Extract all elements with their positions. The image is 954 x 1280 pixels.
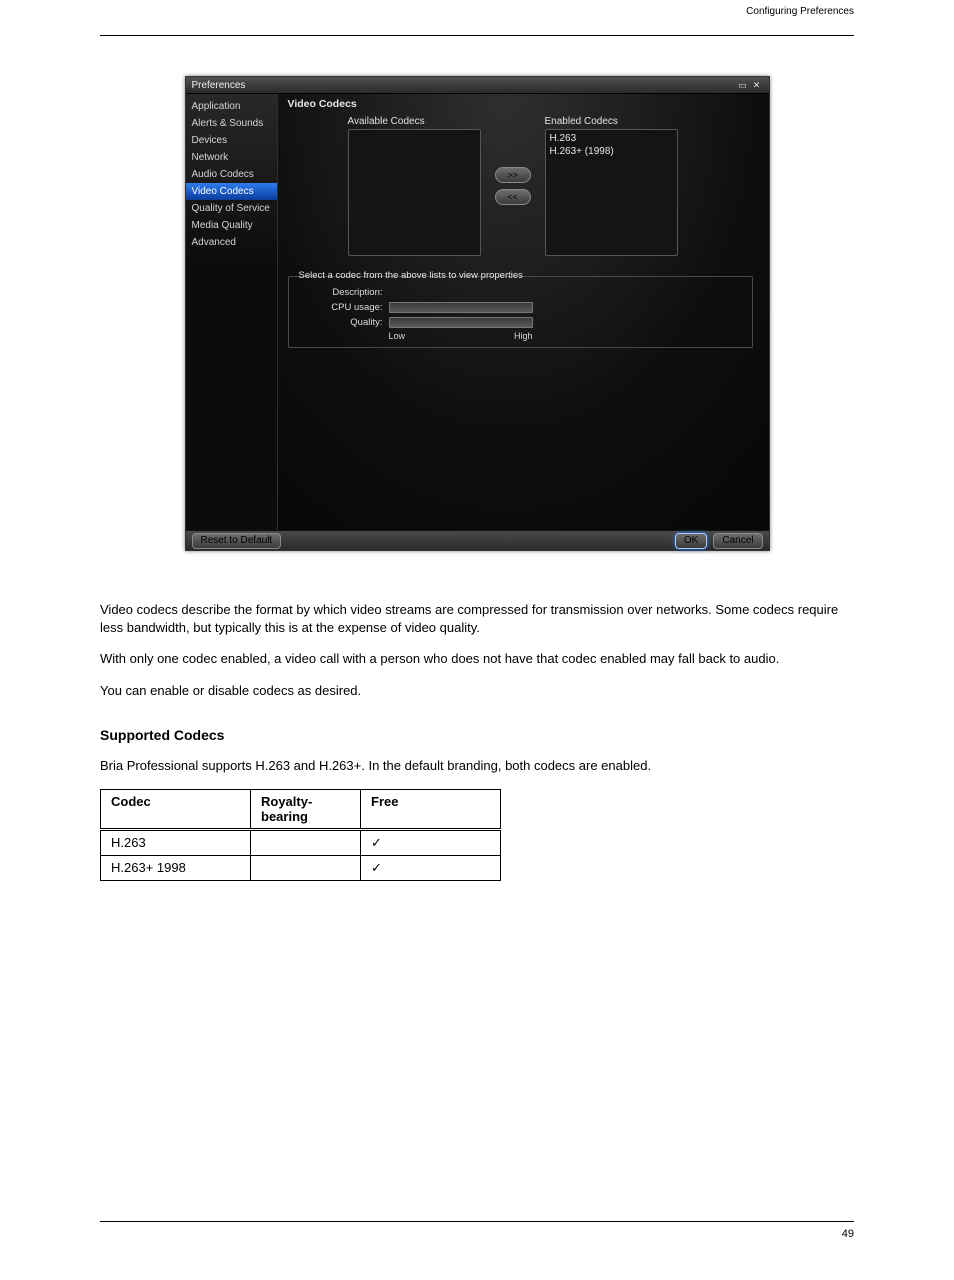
quality-label: Quality: xyxy=(299,317,383,328)
table-header: Royalty-bearing xyxy=(251,789,361,829)
section-title: Video Codecs xyxy=(288,98,759,110)
available-codecs-label: Available Codecs xyxy=(348,116,481,127)
quality-slider[interactable] xyxy=(389,317,533,328)
table-cell: ✓ xyxy=(361,855,501,880)
move-right-button[interactable]: >> xyxy=(495,167,531,183)
preferences-window: Preferences ▭ ✕ Application Alerts & Sou… xyxy=(185,76,770,551)
paragraph: Bria Professional supports H.263 and H.2… xyxy=(100,757,854,775)
reset-to-default-button[interactable]: Reset to Default xyxy=(192,533,282,549)
content-area: Video Codecs Available Codecs >> << Enab… xyxy=(278,94,769,530)
table-cell: H.263+ 1998 xyxy=(101,855,251,880)
table-row: H.263+ 1998 ✓ xyxy=(101,855,501,880)
cpu-usage-label: CPU usage: xyxy=(299,302,383,313)
sidebar-item-alerts-sounds[interactable]: Alerts & Sounds xyxy=(186,115,277,132)
list-item[interactable]: H.263+ (1998) xyxy=(550,145,673,158)
table-header: Codec xyxy=(101,789,251,829)
sidebar-item-qos[interactable]: Quality of Service xyxy=(186,200,277,217)
sidebar-item-audio-codecs[interactable]: Audio Codecs xyxy=(186,166,277,183)
ok-button[interactable]: OK xyxy=(675,533,707,549)
cancel-button[interactable]: Cancel xyxy=(713,533,762,549)
enabled-codecs-label: Enabled Codecs xyxy=(545,116,678,127)
paragraph: You can enable or disable codecs as desi… xyxy=(100,682,854,700)
sidebar-item-devices[interactable]: Devices xyxy=(186,132,277,149)
body-text: Video codecs describe the format by whic… xyxy=(100,601,854,775)
sidebar-item-application[interactable]: Application xyxy=(186,98,277,115)
scale-high: High xyxy=(514,331,533,341)
list-item[interactable]: H.263 xyxy=(550,132,673,145)
cpu-usage-slider[interactable] xyxy=(389,302,533,313)
codec-properties-group: Select a codec from the above lists to v… xyxy=(288,276,753,348)
table-header: Free xyxy=(361,789,501,829)
move-left-button[interactable]: << xyxy=(495,189,531,205)
close-icon[interactable]: ✕ xyxy=(751,79,763,91)
enabled-codecs-list[interactable]: H.263 H.263+ (1998) xyxy=(545,129,678,256)
page-header-right: Configuring Preferences xyxy=(100,6,854,17)
page-number: 49 xyxy=(842,1228,854,1240)
supported-codecs-table: Codec Royalty-bearing Free H.263 ✓ H.263… xyxy=(100,789,501,881)
sidebar-item-network[interactable]: Network xyxy=(186,149,277,166)
sidebar-item-advanced[interactable]: Advanced xyxy=(186,234,277,251)
description-label: Description: xyxy=(299,287,383,298)
table-cell: ✓ xyxy=(361,829,501,855)
sidebar: Application Alerts & Sounds Devices Netw… xyxy=(186,94,278,530)
table-cell xyxy=(251,855,361,880)
titlebar: Preferences ▭ ✕ xyxy=(186,77,769,94)
table-row: H.263 ✓ xyxy=(101,829,501,855)
subheading-supported-codecs: Supported Codecs xyxy=(100,727,854,743)
scale-low: Low xyxy=(389,331,406,341)
page-footer: 49 xyxy=(100,1221,854,1240)
minimize-icon[interactable]: ▭ xyxy=(737,79,749,91)
available-codecs-list[interactable] xyxy=(348,129,481,256)
sidebar-item-video-codecs[interactable]: Video Codecs xyxy=(186,183,277,200)
window-footer: Reset to Default OK Cancel xyxy=(186,530,769,550)
table-cell xyxy=(251,829,361,855)
header-rule xyxy=(100,35,854,36)
table-cell: H.263 xyxy=(101,829,251,855)
paragraph: Video codecs describe the format by whic… xyxy=(100,601,854,636)
window-title: Preferences xyxy=(192,80,735,91)
properties-legend: Select a codec from the above lists to v… xyxy=(297,270,525,281)
paragraph: With only one codec enabled, a video cal… xyxy=(100,650,854,668)
sidebar-item-media-quality[interactable]: Media Quality xyxy=(186,217,277,234)
